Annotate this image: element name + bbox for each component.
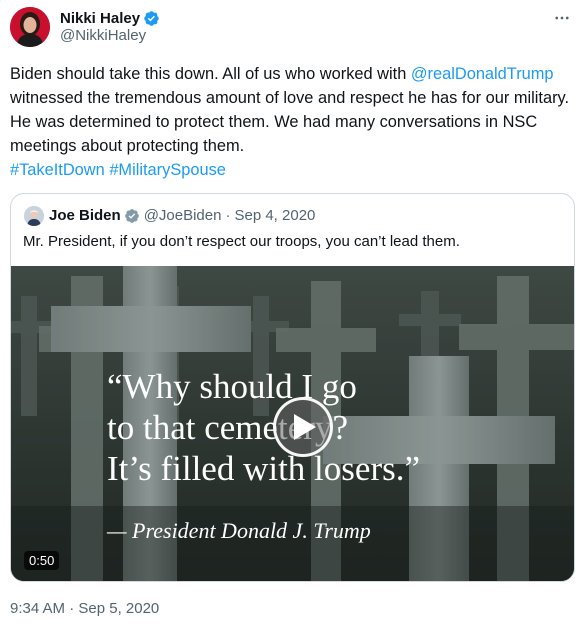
tweet-text-part-2: witnessed the tremendous amount of love … — [10, 89, 570, 155]
author-handle[interactable]: @NikkiHaley — [60, 27, 146, 44]
hashtag-link-takeitdown[interactable]: #TakeItDown — [10, 161, 105, 179]
quoted-display-name[interactable]: Joe Biden — [49, 207, 121, 224]
author-name-row: Nikki Haley — [60, 8, 160, 28]
hashtag-link-militaryspouse[interactable]: #MilitarySpouse — [109, 161, 226, 179]
video-quote-text: “Why should I go to that cemetery? It’s … — [107, 366, 420, 489]
tweet-text: Biden should take this down. All of us w… — [10, 62, 576, 182]
video-duration: 0:50 — [24, 551, 60, 570]
play-icon — [294, 414, 316, 440]
tweet: Nikki Haley @NikkiHaley Biden should tak… — [0, 0, 586, 629]
quoted-date[interactable]: Sep 4, 2020 — [234, 207, 315, 224]
quoted-separator: · — [225, 207, 231, 224]
mention-link[interactable]: @realDonaldTrump — [411, 65, 554, 83]
quoted-header: Joe Biden @JoeBiden · Sep 4, 2020 — [49, 207, 315, 224]
play-button[interactable] — [273, 397, 333, 457]
tweet-timestamp[interactable]: 9:34 AM · Sep 5, 2020 — [10, 600, 159, 617]
tweet-text-part-1: Biden should take this down. All of us w… — [10, 65, 411, 83]
verified-badge-icon — [124, 208, 139, 223]
video-player[interactable]: “Why should I go to that cemetery? It’s … — [11, 266, 574, 581]
quoted-author-avatar[interactable] — [24, 206, 44, 226]
quoted-text: Mr. President, if you don’t respect our … — [23, 233, 460, 250]
video-quote-line-3: It’s filled with losers.” — [107, 449, 421, 488]
quoted-tweet[interactable]: Joe Biden @JoeBiden · Sep 4, 2020 Mr. Pr… — [10, 193, 575, 582]
quoted-handle[interactable]: @JoeBiden — [144, 207, 222, 224]
author-avatar[interactable] — [10, 7, 50, 47]
author-display-name[interactable]: Nikki Haley — [60, 10, 140, 27]
video-quote-line-2: to that cemetery? — [107, 408, 348, 447]
verified-badge-icon — [144, 10, 159, 26]
video-attribution: — President Donald J. Trump — [107, 518, 371, 543]
more-options-icon[interactable] — [550, 6, 574, 30]
video-quote-line-1: “Why should I go — [107, 367, 357, 406]
